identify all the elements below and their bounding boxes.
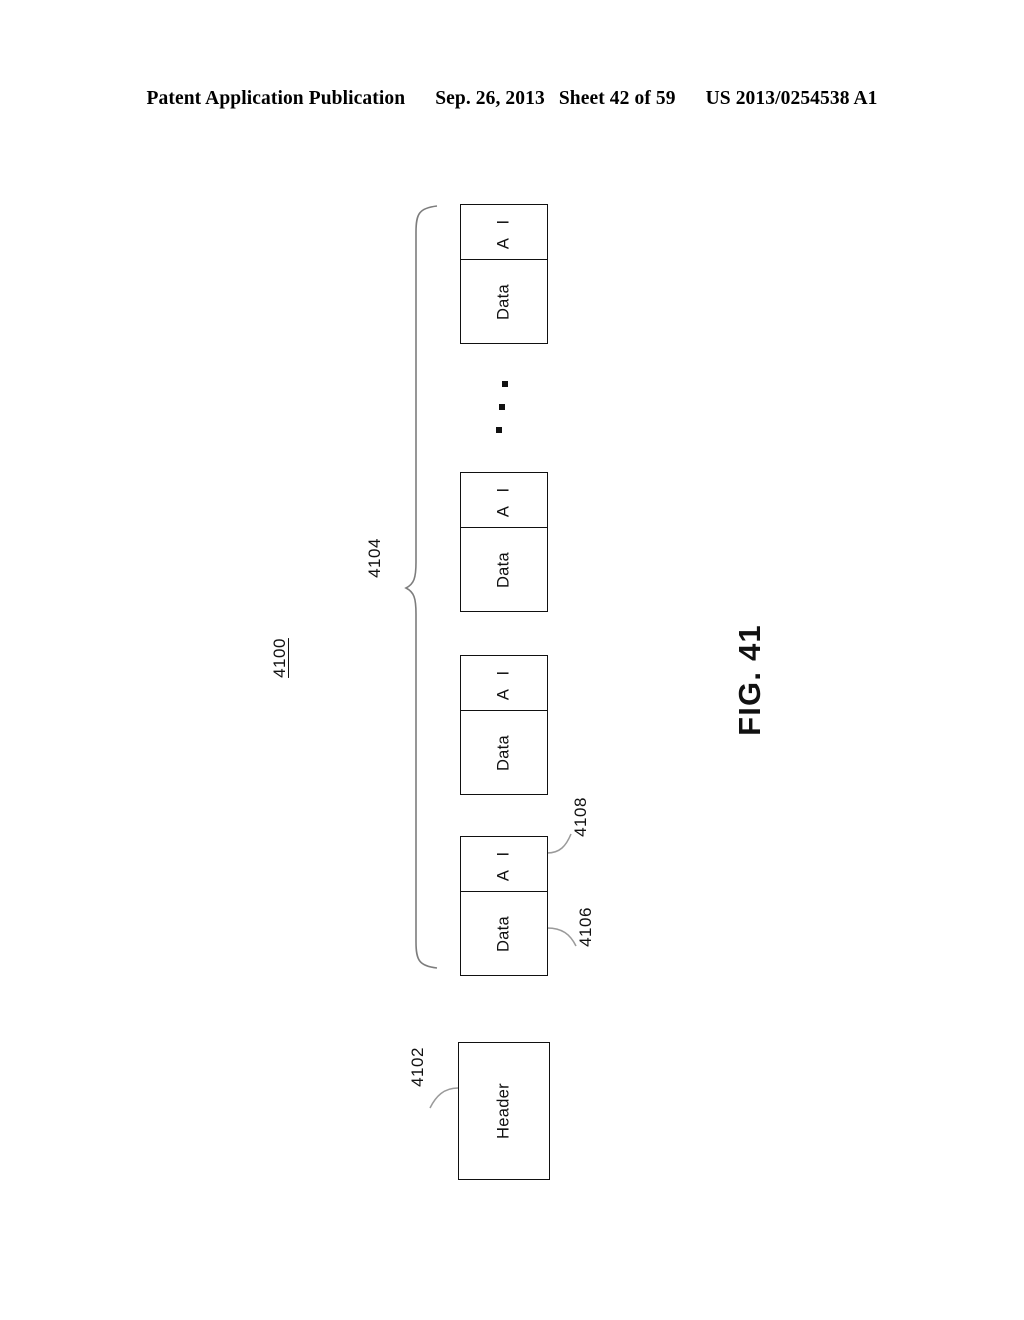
- reference-numeral-4102: 4102: [408, 1047, 427, 1087]
- group-brace-4104: [404, 205, 438, 969]
- auth-info-label: A I: [494, 846, 513, 882]
- auth-info-cell: A I: [461, 656, 547, 711]
- reference-numeral-4100: 4100: [270, 638, 289, 678]
- data-label: Data: [494, 283, 513, 320]
- packet-block: A I Data: [460, 655, 548, 795]
- reference-numeral-4106: 4106: [576, 907, 595, 947]
- data-cell: Data: [461, 260, 547, 343]
- figure-title-label: FIG. 41: [732, 624, 767, 736]
- auth-info-label: A I: [494, 665, 513, 701]
- leader-line-4106: [546, 927, 577, 947]
- ellipsis-dot: [496, 427, 502, 433]
- data-cell: Data: [461, 528, 547, 611]
- data-label: Data: [494, 551, 513, 588]
- figure-title: FIG. 41: [700, 610, 800, 750]
- data-label: Data: [494, 734, 513, 771]
- packet-block: A I Data: [460, 204, 548, 344]
- reference-numeral-4104: 4104: [365, 538, 384, 578]
- reference-numeral-4108: 4108: [571, 797, 590, 837]
- auth-info-cell: A I: [461, 473, 547, 528]
- packet-block: A I Data: [460, 836, 548, 976]
- ellipsis-dot: [502, 381, 508, 387]
- header-block: Header: [458, 1042, 550, 1180]
- figure-41: A I Data A I Data A I Data A I Data Head…: [0, 0, 1024, 1320]
- leader-line-4102: [429, 1087, 459, 1109]
- auth-info-cell: A I: [461, 205, 547, 260]
- ellipsis-dot: [499, 404, 505, 410]
- packet-block: A I Data: [460, 472, 548, 612]
- data-label: Data: [494, 915, 513, 952]
- auth-info-cell: A I: [461, 837, 547, 892]
- data-cell: Data: [461, 892, 547, 975]
- header-block-label: Header: [494, 1083, 513, 1139]
- auth-info-label: A I: [494, 214, 513, 250]
- auth-info-label: A I: [494, 482, 513, 518]
- leader-line-4108: [546, 833, 572, 854]
- data-cell: Data: [461, 711, 547, 794]
